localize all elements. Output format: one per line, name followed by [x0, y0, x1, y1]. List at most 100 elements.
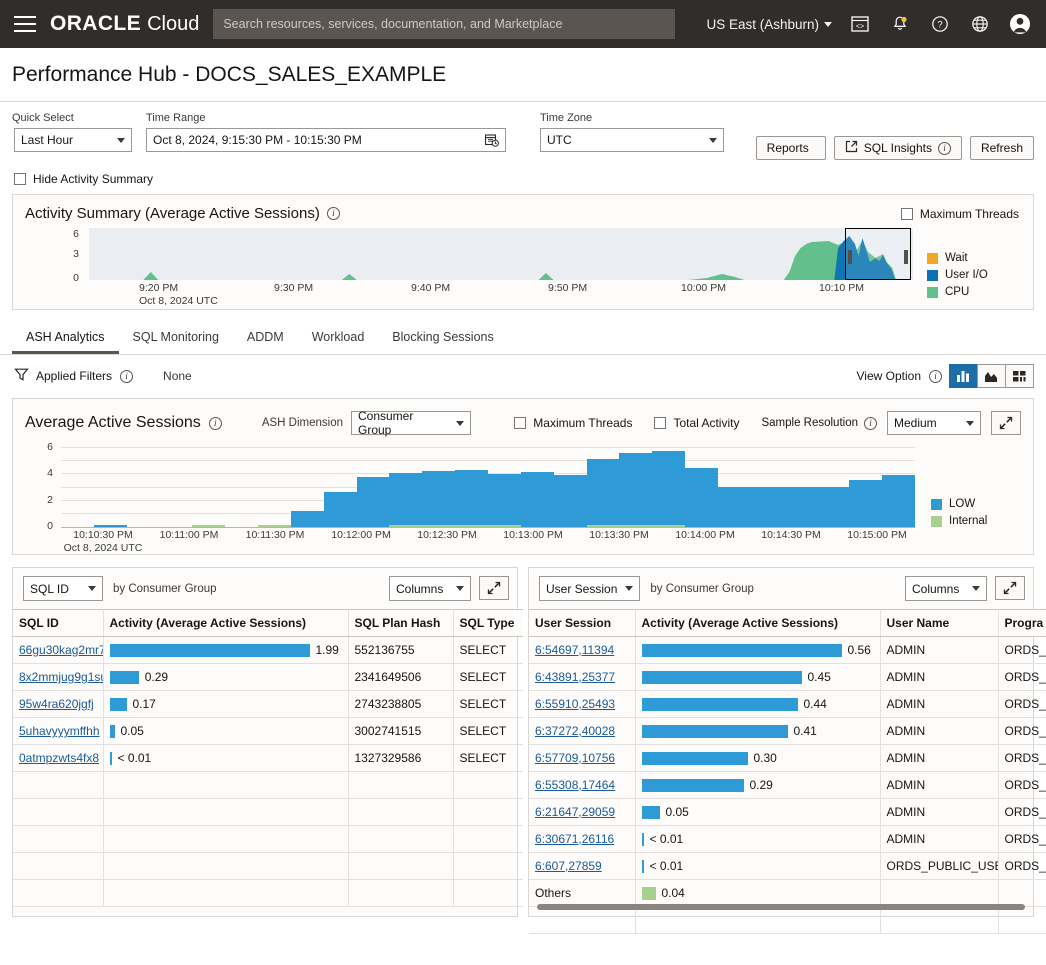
sql-expand-button[interactable]	[479, 576, 509, 600]
aas-bar[interactable]	[652, 443, 685, 527]
aas-bar[interactable]	[94, 443, 127, 527]
tab-blocking-sessions[interactable]: Blocking Sessions	[378, 322, 507, 354]
table-row[interactable]: 6:43891,253770.45ADMINORDS_	[529, 664, 1046, 691]
aas-bar[interactable]	[619, 443, 652, 527]
column-header-user-session[interactable]: User Session	[529, 610, 635, 637]
user-session-link[interactable]: 6:21647,29059	[535, 805, 615, 819]
user-session-cell[interactable]: 6:57709,10756	[529, 745, 635, 772]
info-icon[interactable]: i	[929, 370, 942, 383]
tab-sql-monitoring[interactable]: SQL Monitoring	[119, 322, 233, 354]
sql-id-cell[interactable]: 5uhavyyymffhh	[13, 718, 103, 745]
aas-bar-series[interactable]	[61, 443, 915, 527]
legend-item[interactable]: User I/O	[927, 269, 1023, 281]
aas-bar[interactable]	[389, 443, 422, 527]
column-header-activity[interactable]: Activity (Average Active Sessions)	[103, 610, 348, 637]
refresh-button[interactable]: Refresh	[970, 136, 1034, 160]
table-row[interactable]: 5uhavyyymffhh0.053002741515SELECT	[13, 718, 523, 745]
aas-maximum-threads-checkbox[interactable]	[514, 417, 526, 429]
sql-id-link[interactable]: 95w4ra620jgfj	[19, 697, 94, 711]
reports-button[interactable]: Reports	[756, 136, 826, 160]
aas-bar[interactable]	[751, 443, 784, 527]
user-avatar-icon[interactable]	[1008, 12, 1032, 36]
region-selector[interactable]: US East (Ashburn)	[706, 17, 832, 32]
time-range-input[interactable]: Oct 8, 2024, 9:15:30 PM - 10:15:30 PM	[146, 128, 506, 152]
aas-bar[interactable]	[816, 443, 849, 527]
time-zone-dropdown[interactable]: UTC	[540, 128, 724, 152]
language-globe-icon[interactable]	[968, 12, 992, 36]
sql-id-link[interactable]: 66gu30kag2mr7	[19, 643, 103, 657]
user-session-cell[interactable]: 6:607,27859	[529, 853, 635, 880]
aas-chart[interactable]: 6 4 2 0 10:10:30 PMOct 8, 2024 UTC 10:11…	[21, 443, 915, 548]
aas-expand-button[interactable]	[991, 411, 1021, 435]
sql-id-cell[interactable]: 95w4ra620jgfj	[13, 691, 103, 718]
table-row[interactable]: 6:54697,113940.56ADMINORDS_	[529, 637, 1046, 664]
table-row[interactable]: 6:55308,174640.29ADMINORDS_	[529, 772, 1046, 799]
aas-bar[interactable]	[422, 443, 455, 527]
aas-bar[interactable]	[291, 443, 324, 527]
tab-workload[interactable]: Workload	[298, 322, 379, 354]
horizontal-scrollbar[interactable]	[537, 904, 1025, 910]
user-session-cell[interactable]: 6:54697,11394	[529, 637, 635, 664]
info-icon[interactable]: i	[120, 370, 133, 383]
maximum-threads-checkbox[interactable]	[901, 208, 913, 220]
info-icon[interactable]: i	[327, 207, 340, 220]
time-selection-window[interactable]	[845, 228, 911, 280]
user-session-link[interactable]: 6:43891,25377	[535, 670, 615, 684]
aas-bar[interactable]	[587, 443, 620, 527]
table-row[interactable]: 95w4ra620jgfj0.172743238805SELECT	[13, 691, 523, 718]
legend-item[interactable]: Internal	[931, 515, 1025, 527]
user-session-link[interactable]: 6:54697,11394	[535, 643, 614, 657]
user-session-link[interactable]: 6:37272,40028	[535, 724, 615, 738]
aas-bar[interactable]	[160, 443, 193, 527]
session-expand-button[interactable]	[995, 576, 1025, 600]
sql-id-cell[interactable]: 66gu30kag2mr7	[13, 637, 103, 664]
activity-summary-chart[interactable]: 6 3 0 9:20 PMOct 8, 2024 UTC 9:30 PM 9:4…	[17, 228, 913, 294]
cloud-shell-icon[interactable]: <>	[848, 12, 872, 36]
selection-handle-left[interactable]	[848, 250, 852, 264]
notifications-bell-icon[interactable]	[888, 12, 912, 36]
sql-id-link[interactable]: 8x2mmjug9g1su	[19, 670, 103, 684]
sql-id-link[interactable]: 5uhavyyymffhh	[19, 724, 100, 738]
info-icon[interactable]: i	[209, 417, 222, 430]
aas-bar[interactable]	[882, 443, 915, 527]
info-icon[interactable]: i	[864, 417, 877, 430]
table-row[interactable]: 8x2mmjug9g1su0.292341649506SELECT	[13, 664, 523, 691]
aas-bar[interactable]	[554, 443, 587, 527]
table-row[interactable]: 6:57709,107560.30ADMINORDS_	[529, 745, 1046, 772]
user-session-cell[interactable]: 6:37272,40028	[529, 718, 635, 745]
sample-resolution-dropdown[interactable]: Medium	[887, 411, 981, 435]
help-icon[interactable]: ?	[928, 12, 952, 36]
user-session-link[interactable]: 6:30671,26116	[535, 832, 614, 846]
column-header-activity[interactable]: Activity (Average Active Sessions)	[635, 610, 880, 637]
sql-id-dimension-dropdown[interactable]: SQL ID	[23, 576, 103, 601]
column-header-program[interactable]: Progra	[998, 610, 1046, 637]
aas-bar[interactable]	[258, 443, 291, 527]
user-session-cell[interactable]: 6:21647,29059	[529, 799, 635, 826]
aas-bar[interactable]	[192, 443, 225, 527]
aas-bar[interactable]	[718, 443, 751, 527]
aas-bar[interactable]	[455, 443, 488, 527]
column-header-sql-id[interactable]: SQL ID	[13, 610, 103, 637]
session-columns-dropdown[interactable]: Columns	[905, 576, 987, 601]
user-session-cell[interactable]: 6:55910,25493	[529, 691, 635, 718]
table-row[interactable]: 0atmpzwts4fx8< 0.011327329586SELECT	[13, 745, 523, 772]
table-row[interactable]: 6:55910,254930.44ADMINORDS_	[529, 691, 1046, 718]
table-row[interactable]: 6:21647,290590.05ADMINORDS_	[529, 799, 1046, 826]
table-row[interactable]: Others0.04	[529, 880, 1046, 907]
filter-funnel-icon[interactable]	[14, 367, 29, 385]
column-header-user-name[interactable]: User Name	[880, 610, 998, 637]
view-option-grid-button[interactable]	[1005, 364, 1034, 388]
sql-id-cell[interactable]: 0atmpzwts4fx8	[13, 745, 103, 772]
oracle-cloud-logo[interactable]: ORACLE Cloud	[50, 12, 199, 36]
hide-activity-summary-checkbox[interactable]	[14, 173, 26, 185]
tab-ash-analytics[interactable]: ASH Analytics	[12, 322, 119, 354]
aas-bar[interactable]	[849, 443, 882, 527]
tab-addm[interactable]: ADDM	[233, 322, 298, 354]
table-row[interactable]: 6:30671,26116< 0.01ADMINORDS_	[529, 826, 1046, 853]
legend-item[interactable]: LOW	[931, 498, 1025, 510]
user-session-dimension-dropdown[interactable]: User Session	[539, 576, 640, 601]
aas-bar[interactable]	[357, 443, 390, 527]
legend-item[interactable]: CPU	[927, 286, 1023, 298]
sql-insights-button[interactable]: SQL Insights i	[834, 136, 962, 160]
sql-columns-dropdown[interactable]: Columns	[389, 576, 471, 601]
